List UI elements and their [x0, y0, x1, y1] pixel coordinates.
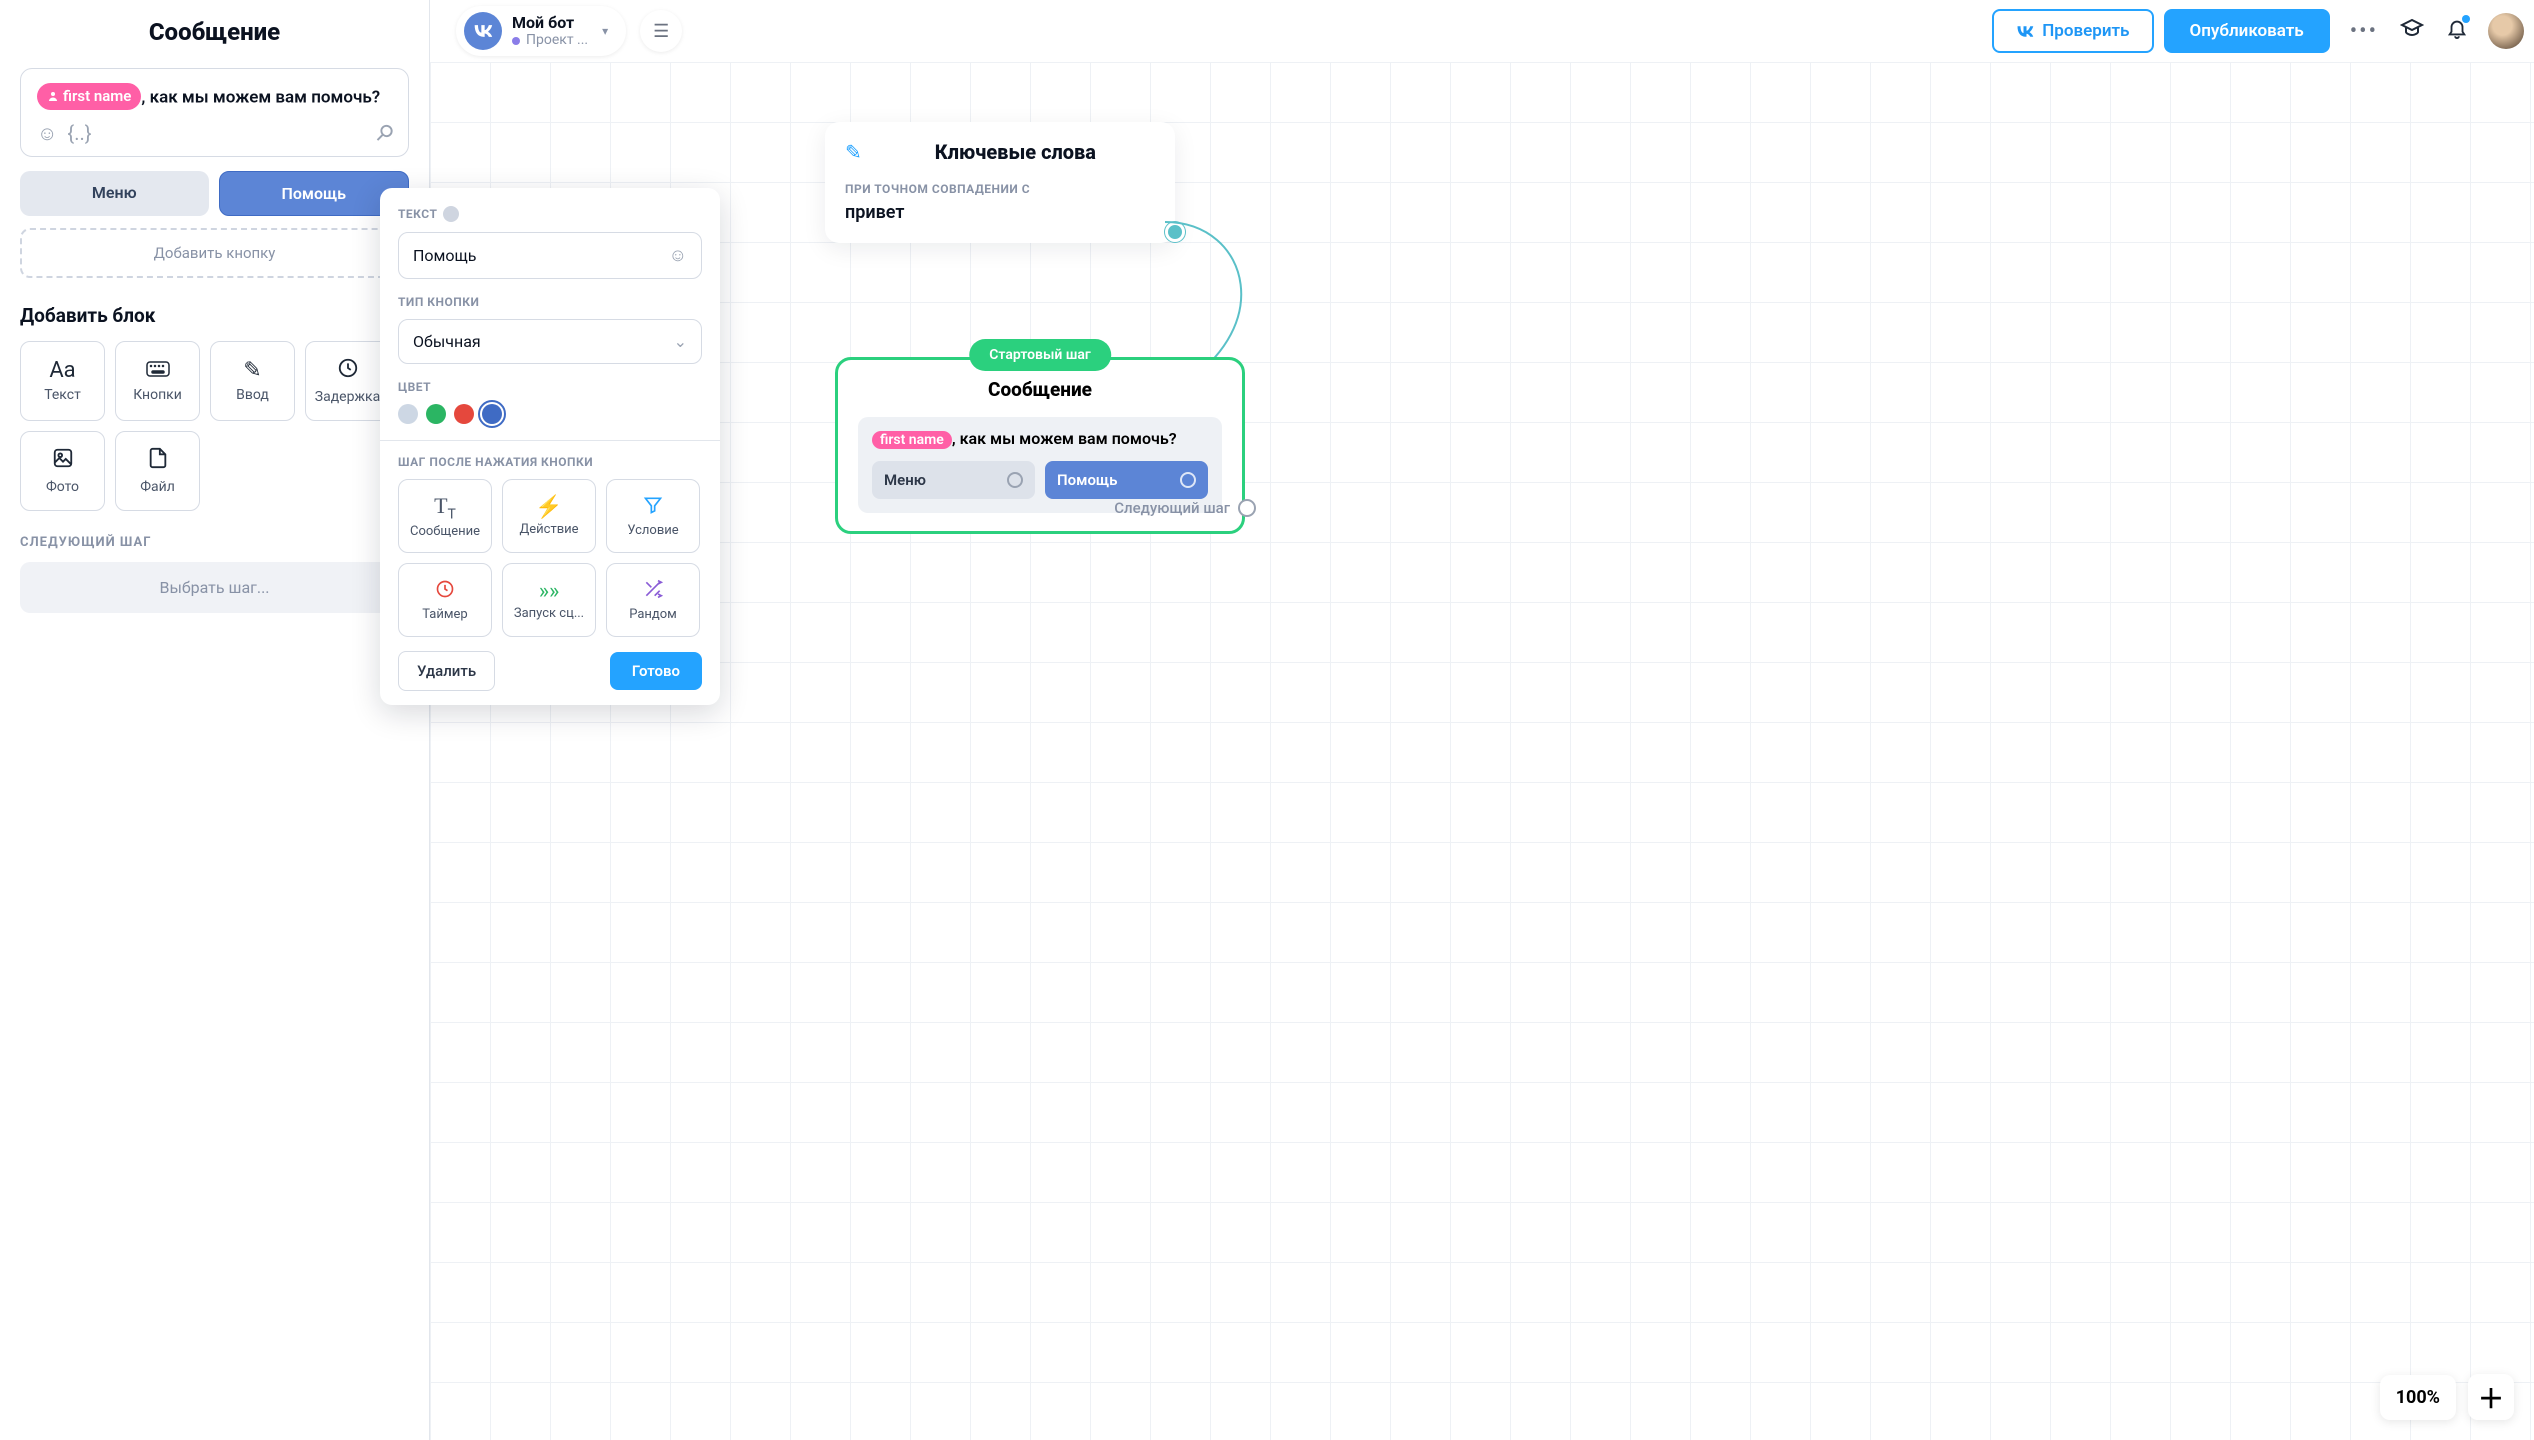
vk-icon — [464, 12, 502, 50]
step-random[interactable]: Рандом — [606, 563, 700, 637]
done-button[interactable]: Готово — [610, 652, 702, 690]
message-node-title: Сообщение — [858, 378, 1222, 401]
port-icon[interactable] — [1238, 499, 1256, 517]
bot-info: Мой бот Проект ... — [512, 13, 588, 49]
color-swatch[interactable] — [482, 404, 502, 424]
button-row: Меню Помощь — [20, 171, 409, 216]
delete-button[interactable]: Удалить — [398, 651, 495, 691]
academy-icon[interactable] — [2400, 16, 2424, 46]
help-icon[interactable] — [443, 206, 459, 222]
step-timer[interactable]: Таймер — [398, 563, 492, 637]
panel-title: Сообщение — [20, 18, 409, 46]
color-picker — [398, 404, 702, 424]
left-panel: Сообщение first name , как мы можем вам … — [0, 0, 430, 1440]
canvas[interactable]: ✎ Ключевые слова ПРИ ТОЧНОМ СОВПАДЕНИИ С… — [430, 62, 2534, 1440]
hamburger-button[interactable]: ☰ — [640, 10, 682, 52]
block-text[interactable]: Aa Текст — [20, 341, 105, 421]
zoom-controls: 100% ＋ — [2380, 1374, 2514, 1420]
keywords-title: Ключевые слова — [876, 140, 1155, 164]
shuffle-icon — [643, 579, 663, 605]
text-label: ТЕКСТ — [398, 206, 702, 222]
step-grid: TT Сообщение ⚡ Действие Условие Таймер »… — [398, 479, 702, 637]
pencil-icon: ✎ — [243, 358, 261, 383]
button-menu[interactable]: Меню — [20, 171, 209, 216]
block-photo[interactable]: Фото — [20, 431, 105, 511]
bot-project: Проект ... — [512, 32, 588, 49]
publish-button[interactable]: Опубликовать — [2164, 9, 2330, 53]
button-type-select[interactable]: Обычная ⌄ — [398, 319, 702, 364]
type-label: ТИП КНОПКИ — [398, 295, 702, 309]
notification-dot-icon — [2462, 15, 2470, 23]
emoji-icon[interactable]: ☺ — [669, 245, 687, 266]
zoom-in-button[interactable]: ＋ — [2468, 1374, 2514, 1420]
color-swatch[interactable] — [454, 404, 474, 424]
chevron-down-icon: ⌄ — [674, 332, 687, 351]
bot-name: Мой бот — [512, 13, 588, 32]
keywords-subtitle: ПРИ ТОЧНОМ СОВПАДЕНИИ С — [845, 182, 1155, 196]
select-step[interactable]: Выбрать шаг... — [20, 562, 409, 613]
attach-icon[interactable]: ⚲ — [369, 119, 398, 148]
step-message[interactable]: TT Сообщение — [398, 479, 492, 553]
node-button-help[interactable]: Помощь — [1045, 461, 1208, 499]
add-block-title: Добавить блок — [20, 304, 409, 327]
next-step-port[interactable]: Следующий шаг — [1114, 499, 1256, 517]
funnel-icon — [643, 495, 663, 521]
button-text-input[interactable]: Помощь ☺ — [398, 232, 702, 279]
firstname-chip-small: first name — [872, 431, 952, 449]
edit-icon[interactable]: ✎ — [845, 140, 862, 164]
message-node[interactable]: Стартовый шаг Сообщение first name, как … — [835, 357, 1245, 534]
message-toolbar: ☺ {..} ⚲ — [37, 121, 392, 146]
clock-icon — [337, 357, 359, 385]
message-text[interactable]: first name , как мы можем вам помочь? — [37, 83, 392, 111]
color-swatch[interactable] — [398, 404, 418, 424]
more-icon[interactable]: ••• — [2350, 19, 2378, 44]
bubble-text: first name, как мы можем вам помочь? — [872, 429, 1208, 449]
start-step-tag: Стартовый шаг — [969, 339, 1111, 371]
test-button[interactable]: Проверить — [1992, 9, 2153, 53]
lightning-icon: ⚡ — [535, 495, 562, 520]
color-swatch[interactable] — [426, 404, 446, 424]
step-action[interactable]: ⚡ Действие — [502, 479, 596, 553]
emoji-icon[interactable]: ☺ — [37, 121, 57, 146]
variable-icon[interactable]: {..} — [67, 121, 91, 145]
next-step-label: СЛЕДУЮЩИЙ ШАГ — [20, 535, 409, 550]
block-buttons[interactable]: Кнопки — [115, 341, 200, 421]
person-icon — [47, 90, 59, 102]
zoom-level[interactable]: 100% — [2380, 1375, 2456, 1420]
step-condition[interactable]: Условие — [606, 479, 700, 553]
status-dot-icon — [512, 37, 520, 45]
port-icon[interactable] — [1180, 472, 1196, 488]
chevrons-icon: »» — [539, 579, 560, 604]
photo-icon — [52, 447, 74, 475]
block-grid: Aa Текст Кнопки ✎ Ввод Задержка Фото — [20, 341, 409, 511]
avatar[interactable] — [2488, 13, 2524, 49]
block-file[interactable]: Файл — [115, 431, 200, 511]
top-bar: Мой бот Проект ... ▾ ☰ Проверить Опублик… — [430, 0, 2534, 62]
firstname-chip[interactable]: first name — [37, 83, 141, 110]
button-edit-popup: ТЕКСТ Помощь ☺ ТИП КНОПКИ Обычная ⌄ ЦВЕТ… — [380, 188, 720, 705]
file-icon — [148, 447, 168, 475]
message-editor[interactable]: first name , как мы можем вам помочь? ☺ … — [20, 68, 409, 157]
bot-selector[interactable]: Мой бот Проект ... ▾ — [456, 6, 626, 56]
keyboard-icon — [146, 358, 170, 383]
vk-small-icon — [2016, 26, 2034, 37]
block-input[interactable]: ✎ Ввод — [210, 341, 295, 421]
clock-icon — [435, 579, 455, 605]
node-button-menu[interactable]: Меню — [872, 461, 1035, 499]
port-icon[interactable] — [1007, 472, 1023, 488]
chevron-down-icon[interactable]: ▾ — [598, 20, 612, 42]
text-tt-icon: TT — [434, 493, 456, 522]
text-aa-icon: Aa — [49, 358, 75, 383]
divider — [380, 440, 720, 441]
step-launch[interactable]: »» Запуск сц... — [502, 563, 596, 637]
color-label: ЦВЕТ — [398, 380, 702, 394]
add-button[interactable]: Добавить кнопку — [20, 228, 409, 278]
bell-icon[interactable] — [2446, 17, 2468, 45]
block-delay[interactable]: Задержка — [305, 341, 390, 421]
step-after-label: ШАГ ПОСЛЕ НАЖАТИЯ КНОПКИ — [398, 455, 702, 469]
